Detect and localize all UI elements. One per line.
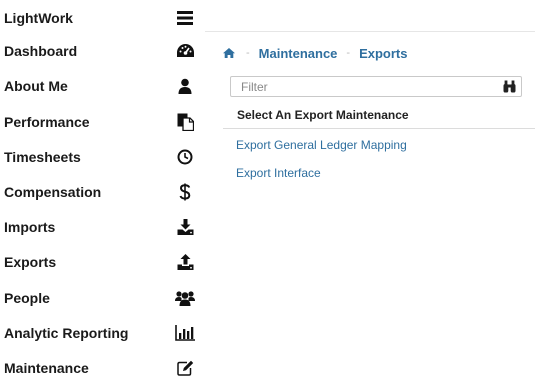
sidebar-item-label: Exports	[4, 253, 57, 270]
user-icon	[175, 76, 195, 96]
export-general-ledger-mapping-link[interactable]: Export General Ledger Mapping	[236, 138, 407, 152]
hamburger-icon[interactable]	[175, 8, 195, 28]
sidebar-item-timesheets[interactable]: Timesheets	[0, 139, 205, 174]
bar-chart-icon	[175, 323, 195, 343]
section-divider	[223, 128, 535, 129]
section-title: Select An Export Maintenance	[237, 108, 409, 122]
dashboard-icon	[175, 41, 195, 61]
binoculars-icon[interactable]	[503, 80, 516, 93]
sidebar-item-label: Dashboard	[4, 42, 78, 59]
sidebar-item-label: Timesheets	[4, 148, 81, 165]
edit-icon	[175, 358, 195, 378]
sidebar-item-label: Performance	[4, 113, 90, 130]
clock-icon	[175, 147, 195, 167]
filter-input[interactable]	[231, 77, 501, 96]
breadcrumb-maintenance[interactable]: Maintenance	[259, 46, 338, 61]
users-icon	[175, 288, 195, 308]
sidebar-item-exports[interactable]: Exports	[0, 244, 205, 279]
sidebar-item-label: Imports	[4, 218, 56, 235]
sidebar-item-label: Compensation	[4, 183, 102, 200]
documents-icon	[175, 112, 195, 132]
filter-box	[230, 76, 522, 97]
breadcrumb: - Maintenance - Exports	[223, 44, 408, 62]
header-divider	[205, 31, 535, 32]
sidebar-item-label: Analytic Reporting	[4, 324, 129, 341]
sidebar: LightWork Dashboard About Me Performance…	[0, 0, 205, 382]
dollar-icon	[175, 182, 195, 202]
breadcrumb-exports[interactable]: Exports	[359, 46, 407, 61]
sidebar-item-about-me[interactable]: About Me	[0, 68, 205, 103]
main-content: - Maintenance - Exports Select An Export…	[205, 0, 535, 382]
sidebar-item-people[interactable]: People	[0, 280, 205, 315]
sidebar-item-imports[interactable]: Imports	[0, 209, 205, 244]
sidebar-item-label: About Me	[4, 77, 68, 94]
sidebar-item-label: People	[4, 289, 50, 306]
app-header: LightWork	[0, 0, 205, 35]
sidebar-item-label: Maintenance	[4, 359, 89, 376]
download-icon	[175, 217, 195, 237]
sidebar-item-dashboard[interactable]: Dashboard	[0, 33, 205, 68]
sidebar-item-analytic-reporting[interactable]: Analytic Reporting	[0, 315, 205, 350]
sidebar-item-compensation[interactable]: Compensation	[0, 174, 205, 209]
breadcrumb-separator: -	[246, 47, 250, 59]
sidebar-item-performance[interactable]: Performance	[0, 104, 205, 139]
export-interface-link[interactable]: Export Interface	[236, 166, 321, 180]
sidebar-item-maintenance[interactable]: Maintenance	[0, 350, 205, 385]
upload-icon	[175, 252, 195, 272]
home-icon[interactable]	[223, 46, 237, 60]
breadcrumb-separator: -	[346, 47, 351, 59]
app-title: LightWork	[4, 9, 73, 26]
